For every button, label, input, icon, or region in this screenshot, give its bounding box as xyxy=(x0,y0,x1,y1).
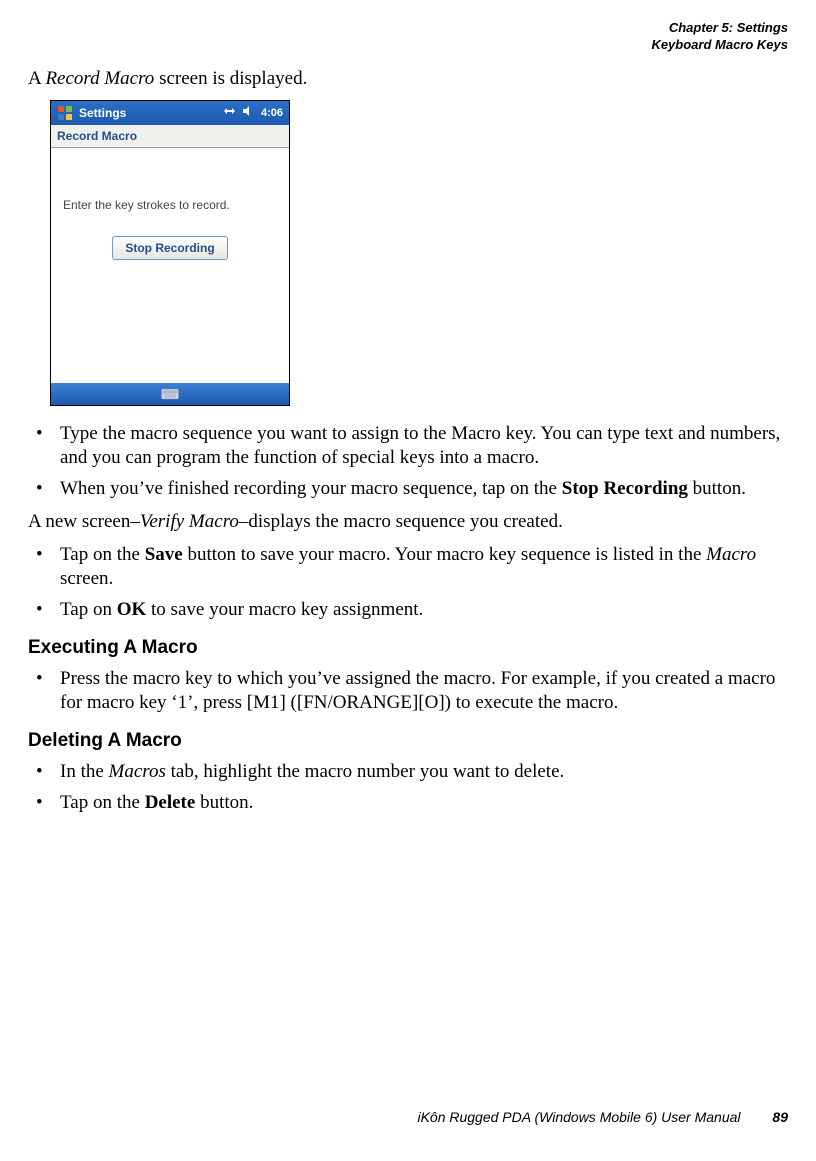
chapter-line: Chapter 5: Settings xyxy=(28,20,788,37)
paragraph: A new screen–Verify Macro–displays the m… xyxy=(28,510,788,535)
list-item: Type the macro sequence you want to assi… xyxy=(28,422,788,471)
keyboard-icon xyxy=(161,387,179,401)
bullet-list-3: Press the macro key to which you’ve assi… xyxy=(28,667,788,716)
wm-title: Settings xyxy=(79,106,221,120)
start-icon xyxy=(57,105,73,121)
stop-recording-button[interactable]: Stop Recording xyxy=(112,236,227,260)
embedded-screenshot: Settings 4:06 Record Macro Enter the key… xyxy=(50,100,290,406)
section-line: Keyboard Macro Keys xyxy=(28,37,788,54)
footer-title: iKôn Rugged PDA (Windows Mobile 6) User … xyxy=(417,1109,740,1125)
list-item: Tap on the Save button to save your macr… xyxy=(28,543,788,592)
wm-subtitle: Record Macro xyxy=(51,125,289,148)
intro-paragraph: A Record Macro screen is displayed. xyxy=(28,68,788,90)
section-heading-deleting: Deleting A Macro xyxy=(28,730,788,752)
bullet-list-1: Type the macro sequence you want to assi… xyxy=(28,422,788,502)
wm-bottombar xyxy=(51,383,289,405)
clock-text: 4:06 xyxy=(261,107,283,119)
bullet-list-4: In the Macros tab, highlight the macro n… xyxy=(28,760,788,815)
connectivity-icon xyxy=(221,104,235,121)
list-item: When you’ve finished recording your macr… xyxy=(28,477,788,502)
page-number: 89 xyxy=(772,1109,788,1125)
list-item: In the Macros tab, highlight the macro n… xyxy=(28,760,788,785)
page-footer: iKôn Rugged PDA (Windows Mobile 6) User … xyxy=(0,1109,816,1125)
wm-instruction-text: Enter the key strokes to record. xyxy=(63,198,277,212)
wm-body: Enter the key strokes to record. Stop Re… xyxy=(51,148,289,383)
page-header: Chapter 5: Settings Keyboard Macro Keys xyxy=(28,20,788,54)
volume-icon xyxy=(241,104,255,121)
bullet-list-2: Tap on the Save button to save your macr… xyxy=(28,543,788,623)
list-item: Tap on the Delete button. xyxy=(28,791,788,816)
list-item: Tap on OK to save your macro key assignm… xyxy=(28,598,788,623)
list-item: Press the macro key to which you’ve assi… xyxy=(28,667,788,716)
section-heading-executing: Executing A Macro xyxy=(28,637,788,659)
wm-topbar: Settings 4:06 xyxy=(51,101,289,125)
